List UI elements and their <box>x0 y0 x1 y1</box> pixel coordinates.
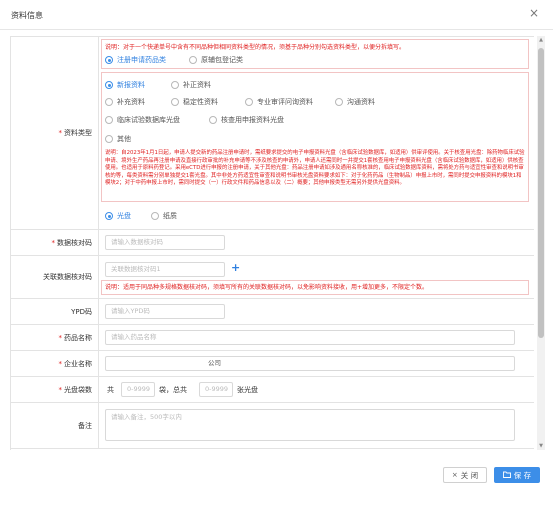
radio-dot-icon <box>105 56 113 64</box>
disc-count-middle: 袋，总共 <box>159 386 187 394</box>
row-disc-count: * 光盘袋数 共 0-9999 袋，总共 0-9999 张光盘 <box>11 377 534 403</box>
radio-dot-icon <box>245 98 253 106</box>
ypd-input[interactable]: 请输入YPD码 <box>105 304 225 319</box>
radio-medium-disc[interactable]: 光盘 <box>105 211 131 221</box>
radio-dot-icon <box>335 98 343 106</box>
radio-excipient-category[interactable]: 原辅包登记类 <box>189 55 243 65</box>
data-check-code-input[interactable]: 请输入数据核对码 <box>105 235 225 250</box>
radio-type-verification-disc[interactable]: 核查用申报资料光盘 <box>209 115 284 125</box>
remark-label: 备注 <box>11 403 99 448</box>
row-related-check-code: 关联数据核对码 关联数据核对码1 + 说明：适用于同品种多规格数据核对码，须填写… <box>11 256 534 299</box>
folder-icon <box>502 471 511 480</box>
close-icon: × <box>451 471 458 479</box>
row-ypd: YPD码 请输入YPD码 <box>11 299 534 325</box>
radio-type-other[interactable]: 其他 <box>105 134 131 144</box>
form-body[interactable]: * 资料类型 说明：对于一个快递单号中含有不同品种但相同资料类型的情况，须基于品种… <box>10 36 534 450</box>
close-button[interactable]: × 关 闭 <box>443 467 487 483</box>
save-button[interactable]: 保 存 <box>494 467 540 483</box>
radio-dot-icon <box>105 212 113 220</box>
close-icon[interactable]: × <box>527 6 541 20</box>
company-label: * 企业名称 <box>11 351 99 376</box>
ypd-label: YPD码 <box>11 299 99 324</box>
radio-dot-icon <box>189 56 197 64</box>
radio-dot-icon <box>105 116 113 124</box>
related-check-code-input[interactable]: 关联数据核对码1 <box>105 262 225 277</box>
dialog-header: 资料信息 × <box>0 0 553 30</box>
material-type-label: * 资料类型 <box>11 37 99 229</box>
radio-type-communication[interactable]: 沟通资料 <box>335 97 375 107</box>
drug-name-input[interactable]: 请输入药品名称 <box>105 330 515 345</box>
scroll-down-icon[interactable]: ▼ <box>537 442 545 450</box>
radio-type-correction[interactable]: 补正资料 <box>171 80 211 90</box>
related-check-code-label: 关联数据核对码 <box>11 256 99 298</box>
radio-type-supplement[interactable]: 补充资料 <box>105 97 145 107</box>
row-remark: 备注 请输入备注，500字以内 <box>11 403 534 449</box>
data-check-code-label: * 数据核对码 <box>11 230 99 255</box>
radio-medium-paper[interactable]: 纸质 <box>151 211 177 221</box>
disc-total-count-input[interactable]: 0-9999 <box>199 382 233 397</box>
radio-type-new[interactable]: 新报资料 <box>105 80 145 90</box>
company-input[interactable]: 公司 <box>105 356 515 371</box>
radio-dot-icon <box>171 81 179 89</box>
radio-type-stability[interactable]: 稳定性资料 <box>171 97 218 107</box>
radio-dot-icon <box>151 212 159 220</box>
scroll-up-icon[interactable]: ▲ <box>537 36 545 44</box>
row-drug-name: * 药品名称 请输入药品名称 <box>11 325 534 351</box>
dialog-footer: × 关 闭 保 存 <box>0 455 553 516</box>
top-note: 说明：对于一个快递单号中含有不同品种但相同资料类型的情况，须基于品种分别勾选资料… <box>105 44 406 51</box>
radio-dot-icon <box>171 98 179 106</box>
add-related-code-icon[interactable]: + <box>231 261 240 274</box>
drug-name-label: * 药品名称 <box>11 325 99 350</box>
material-info-dialog: 资料信息 × * 资料类型 说明：对于一个快递单号中含有不同品种但相同资料类型的情… <box>0 0 553 516</box>
radio-dot-icon <box>105 81 113 89</box>
related-note: 说明：适用于同品种多规格数据核对码，须填写所有的关联数据核对码，以免影响资料接收… <box>105 284 429 291</box>
dialog-title: 资料信息 <box>11 11 43 20</box>
row-material-type: * 资料类型 说明：对于一个快递单号中含有不同品种但相同资料类型的情况，须基于品种… <box>11 37 534 230</box>
radio-type-review-inquiry[interactable]: 专业审评问询资料 <box>245 97 313 107</box>
disc-bag-count-input[interactable]: 0-9999 <box>121 382 155 397</box>
row-data-check-code: * 数据核对码 请输入数据核对码 <box>11 230 534 256</box>
scrollbar-thumb[interactable] <box>538 48 544 338</box>
scrollbar[interactable]: ▲ ▼ <box>537 36 545 450</box>
disc-count-suffix: 张光盘 <box>237 386 258 394</box>
long-note: 说明：自2023年1月1日起，申请人提交新的药品注册申请时，需纸要求提交的电子申… <box>105 150 525 187</box>
radio-dot-icon <box>105 135 113 143</box>
radio-type-clinical-disc[interactable]: 临床试验数据库光盘 <box>105 115 180 125</box>
radio-drug-category[interactable]: 注册申请药品类 <box>105 55 166 65</box>
radio-dot-icon <box>209 116 217 124</box>
disc-count-label: * 光盘袋数 <box>11 377 99 402</box>
row-company: * 企业名称 公司 <box>11 351 534 377</box>
disc-count-prefix: 共 <box>107 386 114 394</box>
remark-textarea[interactable]: 请输入备注，500字以内 <box>105 409 515 441</box>
radio-dot-icon <box>105 98 113 106</box>
